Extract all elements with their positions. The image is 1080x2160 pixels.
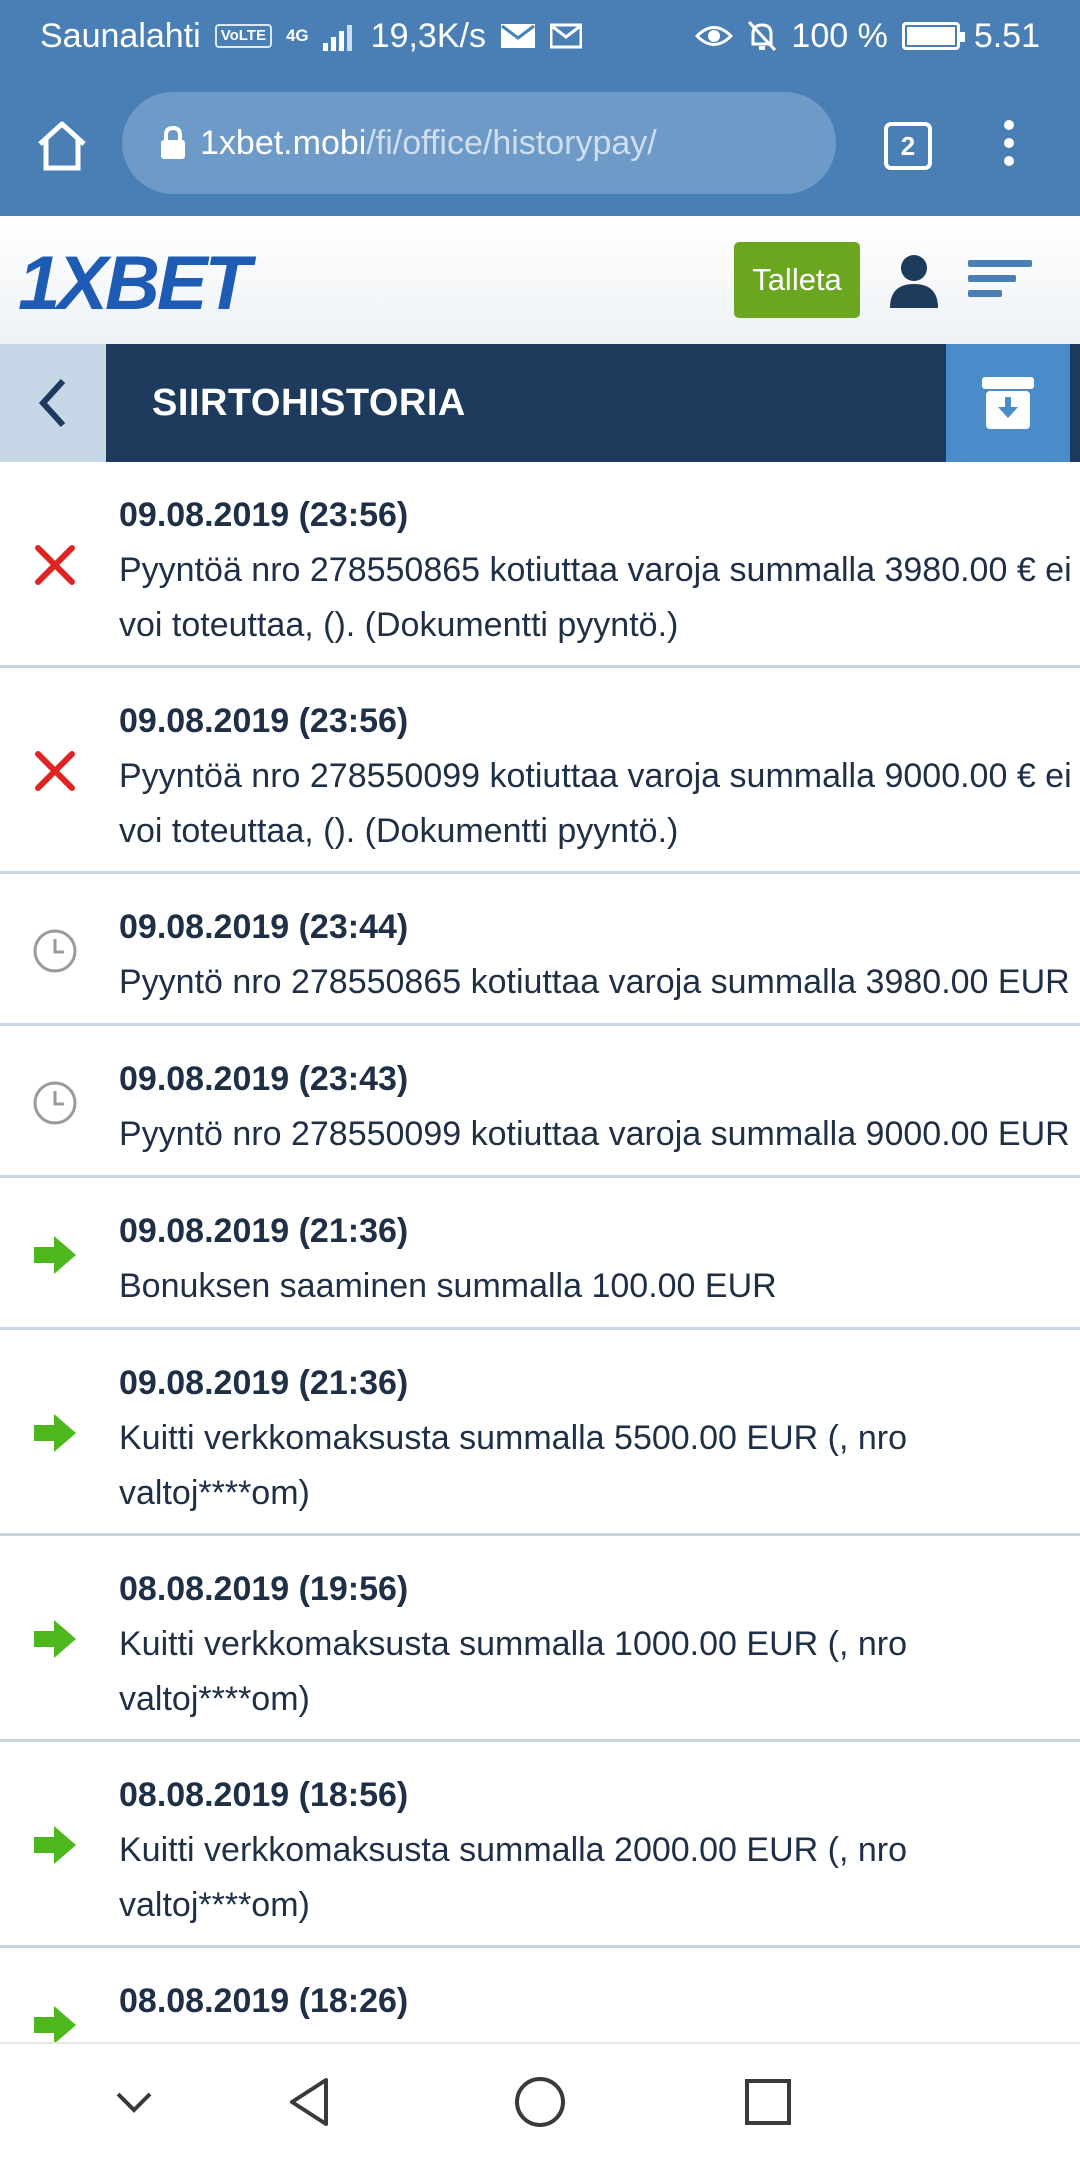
home-circle-icon[interactable] — [510, 2072, 570, 2132]
deposit-button[interactable]: Talleta — [734, 242, 860, 318]
transaction-row: 09.08.2019 (21:36) Kuitti verkkomaksusta … — [0, 1330, 1080, 1536]
battery-percent: 100 % — [791, 16, 888, 55]
transaction-description: Kuitti verkkomaksusta summalla 1000.00 E… — [119, 1625, 907, 1718]
archive-download-button[interactable] — [946, 344, 1070, 462]
transaction-text: 08.08.2019 (18:56) Kuitti verkkomaksusta … — [119, 1768, 1080, 1933]
arrow-right-icon — [30, 1820, 80, 1870]
clock-time: 5.51 — [973, 16, 1040, 55]
transaction-date: 08.08.2019 (19:56) — [119, 1570, 409, 1608]
transaction-text: 09.08.2019 (21:36) Bonuksen saaminen summ… — [119, 1204, 1080, 1314]
browser-toolbar: 1xbet.mobi/fi/office/historypay/ 2 — [0, 72, 1080, 216]
transaction-row: 09.08.2019 (23:44) Pyyntö nro 278550865 k… — [0, 874, 1080, 1026]
transaction-text: 09.08.2019 (23:44) Pyyntö nro 278550865 k… — [119, 900, 1080, 1010]
mail-icon — [500, 24, 535, 48]
url-path: /fi/office/historypay/ — [366, 123, 657, 162]
recents-square-icon[interactable] — [738, 2072, 798, 2132]
tab-switcher-button[interactable]: 2 — [884, 122, 932, 170]
transaction-date: 08.08.2019 (18:26) — [119, 1982, 409, 2020]
transaction-row: 08.08.2019 (19:56) Kuitti verkkomaksusta … — [0, 1536, 1080, 1742]
transaction-text: 08.08.2019 (18:26) Kuitti verkkomaksusta … — [119, 1974, 1080, 2042]
user-icon[interactable] — [884, 250, 944, 310]
transaction-description: Pyyntö nro 278550099 kotiuttaa varoja su… — [119, 1115, 1070, 1153]
overflow-menu-icon[interactable] — [994, 118, 1024, 168]
transaction-text: 09.08.2019 (23:56) Pyyntöä nro 278550099 … — [119, 694, 1080, 859]
transaction-row: 08.08.2019 (18:56) Kuitti verkkomaksusta … — [0, 1742, 1080, 1948]
gmail-icon — [549, 23, 582, 49]
chevron-left-icon — [38, 378, 66, 428]
arrow-right-icon — [30, 1408, 80, 1458]
transaction-row: 09.08.2019 (21:36) Bonuksen saaminen summ… — [0, 1178, 1080, 1330]
chevron-down-icon[interactable] — [104, 2072, 164, 2132]
transaction-date: 09.08.2019 (23:56) — [119, 702, 409, 740]
transaction-date: 09.08.2019 (21:36) — [119, 1364, 409, 1402]
transaction-description: Kuitti verkkomaksusta summalla 2000.00 E… — [119, 2029, 1080, 2042]
transaction-row: 08.08.2019 (18:26) Kuitti verkkomaksusta … — [0, 1948, 1080, 2042]
clock-icon — [30, 926, 80, 976]
battery-icon — [901, 22, 965, 50]
home-icon[interactable] — [32, 116, 92, 176]
site-logo[interactable]: 1XBET — [18, 246, 251, 322]
back-triangle-icon[interactable] — [280, 2072, 340, 2132]
transaction-date: 08.08.2019 (18:56) — [119, 1776, 409, 1814]
hamburger-menu-icon[interactable] — [966, 254, 1036, 304]
arrow-right-icon — [30, 1230, 80, 1280]
archive-download-icon — [982, 377, 1034, 429]
signal-icon — [322, 25, 352, 51]
transaction-text: 09.08.2019 (23:43) Pyyntö nro 278550099 k… — [119, 1052, 1080, 1162]
site-header: 1XBET Talleta — [0, 216, 1080, 344]
transaction-date: 09.08.2019 (23:43) — [119, 1060, 409, 1098]
eye-icon — [695, 26, 734, 46]
transaction-description: Pyyntöä nro 278550865 kotiuttaa varoja s… — [119, 551, 1072, 644]
transaction-text: 09.08.2019 (23:56) Pyyntöä nro 278550865 … — [119, 488, 1080, 653]
cross-icon — [30, 746, 80, 796]
transaction-list: 09.08.2019 (23:56) Pyyntöä nro 278550865 … — [0, 462, 1080, 2042]
transaction-description: Bonuksen saaminen summalla 100.00 EUR — [119, 1267, 777, 1305]
url-bar[interactable]: 1xbet.mobi/fi/office/historypay/ — [122, 92, 836, 194]
url-host: 1xbet.mobi — [200, 123, 367, 162]
arrow-right-icon — [30, 1614, 80, 1664]
transaction-text: 08.08.2019 (19:56) Kuitti verkkomaksusta … — [119, 1562, 1080, 1727]
transaction-description: Pyyntö nro 278550865 kotiuttaa varoja su… — [119, 963, 1070, 1001]
transaction-row: 09.08.2019 (23:56) Pyyntöä nro 278550099 … — [0, 668, 1080, 874]
lock-icon — [161, 126, 185, 159]
transaction-description: Kuitti verkkomaksusta summalla 2000.00 E… — [119, 1831, 907, 1924]
clock-icon — [30, 1078, 80, 1128]
network-speed: 19,3K/s — [370, 16, 486, 55]
transaction-row: 09.08.2019 (23:56) Pyyntöä nro 278550865 … — [0, 462, 1080, 668]
page-title-bar: SIIRTOHISTORIA — [0, 344, 1080, 462]
arrow-right-icon — [30, 2000, 80, 2042]
transaction-date: 09.08.2019 (23:44) — [119, 908, 409, 946]
page-title: SIIRTOHISTORIA — [152, 382, 466, 424]
transaction-date: 09.08.2019 (23:56) — [119, 496, 409, 534]
carrier-name: Saunalahti — [40, 16, 201, 55]
system-nav-bar — [0, 2042, 1080, 2160]
volte-badge: VoLTE — [214, 24, 272, 48]
transaction-description: Pyyntöä nro 278550099 kotiuttaa varoja s… — [119, 757, 1072, 850]
transaction-text: 09.08.2019 (21:36) Kuitti verkkomaksusta … — [119, 1356, 1080, 1521]
status-bar: Saunalahti VoLTE 4G 19,3K/s 100 % 5.51 — [0, 0, 1080, 72]
bell-off-icon — [748, 20, 777, 52]
back-button[interactable] — [0, 344, 106, 462]
network-type: 4G — [285, 26, 309, 45]
transaction-date: 09.08.2019 (21:36) — [119, 1212, 409, 1250]
transaction-description: Kuitti verkkomaksusta summalla 5500.00 E… — [119, 1419, 907, 1512]
cross-icon — [30, 540, 80, 590]
transaction-row: 09.08.2019 (23:43) Pyyntö nro 278550099 k… — [0, 1026, 1080, 1178]
